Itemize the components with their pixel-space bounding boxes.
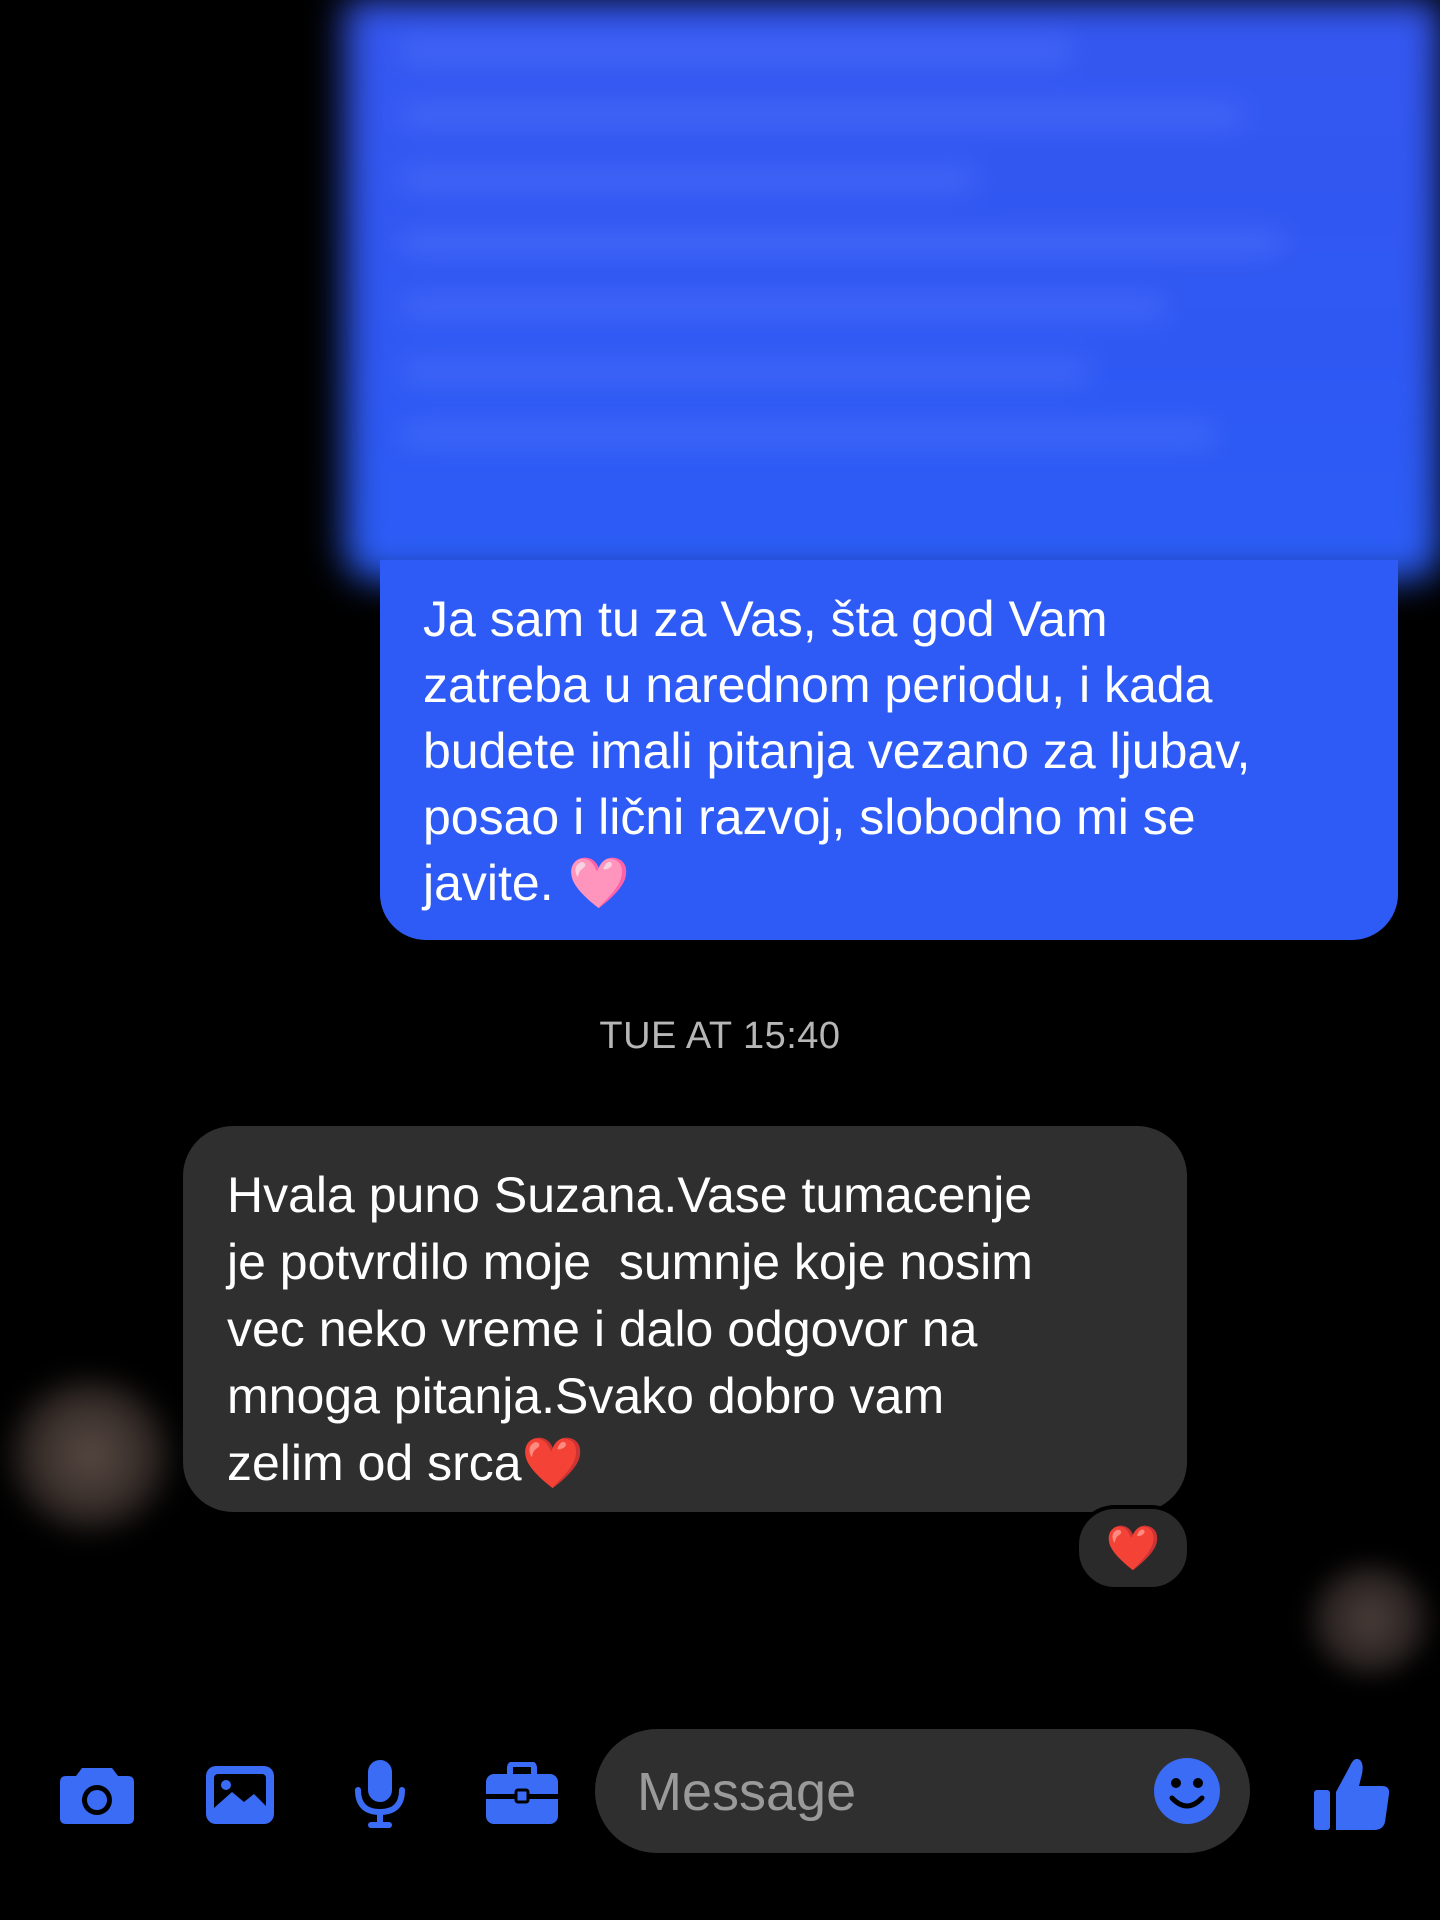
- incoming-message-bubble[interactable]: Hvala puno Suzana.Vase tumacenje je potv…: [183, 1126, 1187, 1512]
- voice-button[interactable]: [340, 1755, 420, 1835]
- sender-avatar[interactable]: [10, 1380, 170, 1530]
- outgoing-message-bubble[interactable]: Ja sam tu za Vas, šta god Vam zatreba u …: [380, 560, 1398, 940]
- camera-button[interactable]: [57, 1755, 137, 1835]
- gallery-button[interactable]: [200, 1755, 280, 1835]
- thumbs-up-icon[interactable]: [1310, 1752, 1394, 1836]
- message-placeholder: Message: [637, 1762, 857, 1822]
- emoji-icon[interactable]: [1152, 1756, 1222, 1826]
- message-composer: Message: [0, 1725, 1440, 1860]
- briefcase-icon: [486, 1762, 558, 1824]
- message-reaction[interactable]: ❤️: [1075, 1505, 1191, 1591]
- seen-avatar: [1310, 1565, 1430, 1675]
- camera-icon: [60, 1768, 134, 1824]
- censored-text-lines: [400, 40, 1360, 540]
- business-tools-button[interactable]: [482, 1755, 562, 1835]
- heart-reaction-icon: ❤️: [1105, 1524, 1161, 1573]
- message-timestamp: TUE AT 15:40: [599, 1015, 841, 1057]
- incoming-message-text: Hvala puno Suzana.Vase tumacenje je potv…: [227, 1167, 1033, 1491]
- message-input[interactable]: Message: [595, 1729, 1250, 1853]
- image-icon: [206, 1766, 274, 1824]
- outgoing-message-text: Ja sam tu za Vas, šta god Vam zatreba u …: [423, 591, 1251, 911]
- microphone-icon: [355, 1760, 405, 1828]
